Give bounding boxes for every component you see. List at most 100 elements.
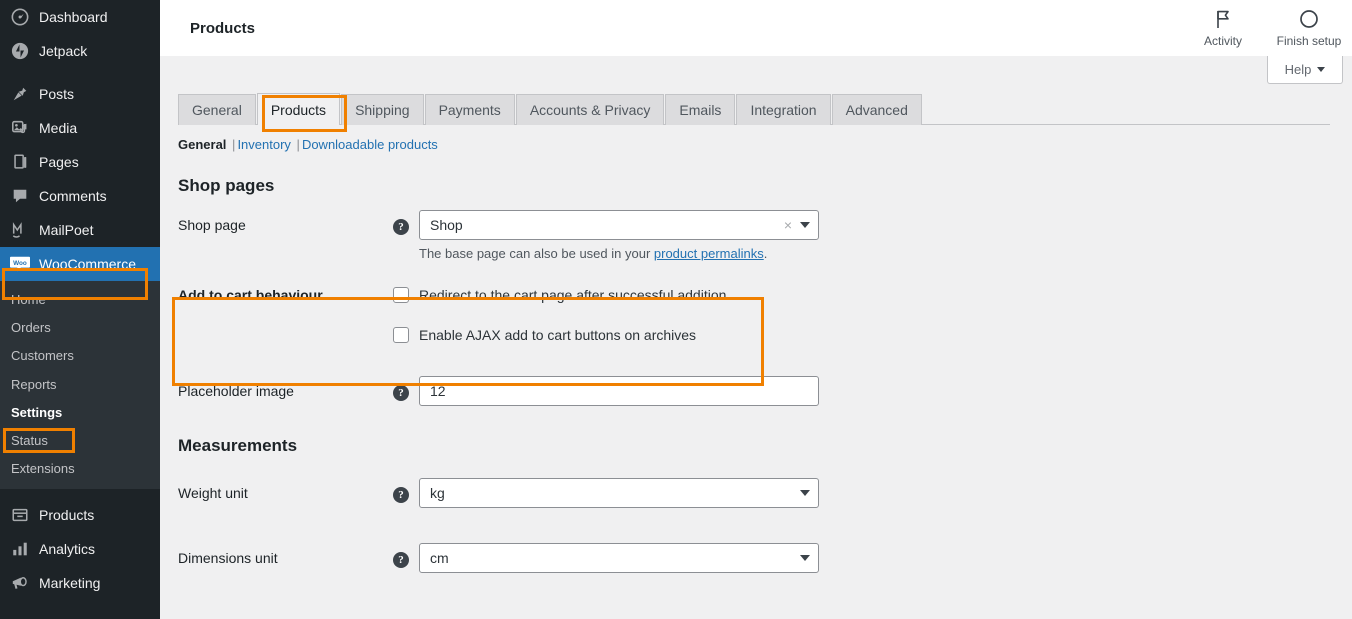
sidebar-item-label: Posts xyxy=(39,86,75,102)
dimensions-unit-label: Dimensions unit xyxy=(178,550,278,566)
subnav-separator-2: | xyxy=(296,137,300,152)
sidebar-item-label: Dashboard xyxy=(39,9,108,25)
chevron-down-icon[interactable] xyxy=(800,490,810,496)
sidebar-item-label: Marketing xyxy=(39,575,101,592)
sidebar-item-label: Products xyxy=(39,507,95,524)
sidebar-item-media[interactable]: Media xyxy=(0,111,160,145)
tab-shipping[interactable]: Shipping xyxy=(341,94,424,125)
media-icon xyxy=(10,118,30,138)
subnav-item-inventory[interactable]: Inventory xyxy=(237,137,290,152)
tab-advanced[interactable]: Advanced xyxy=(831,94,922,125)
placeholder-image-label: Placeholder image xyxy=(178,383,294,399)
sidebar-item-label: MailPoet xyxy=(39,222,94,238)
add-to-cart-label: Add to cart behaviour xyxy=(178,287,323,303)
dimensions-unit-select[interactable]: cm xyxy=(419,543,819,573)
sidebar-divider-2 xyxy=(0,489,160,498)
placeholder-image-value: 12 xyxy=(430,383,446,399)
section-title-measurements: Measurements xyxy=(178,436,298,455)
help-label: Help xyxy=(1284,62,1312,77)
subnav-item-general[interactable]: General xyxy=(178,137,226,152)
enable-ajax-checkbox[interactable] xyxy=(393,327,409,343)
enable-ajax-label: Enable AJAX add to cart buttons on archi… xyxy=(419,327,697,343)
help-tip-icon[interactable]: ? xyxy=(393,487,409,503)
marketing-icon xyxy=(10,573,30,593)
wordpress-admin: Dashboard Jetpack Posts Media Pages Comm… xyxy=(0,0,1352,619)
shop-page-select[interactable]: Shop × xyxy=(419,210,819,240)
sidebar-item-marketing[interactable]: Marketing xyxy=(0,566,160,600)
sidebar-item-mailpoet[interactable]: MailPoet xyxy=(0,213,160,247)
products-icon xyxy=(10,505,30,525)
settings-tabs-wrap: General Products Shipping Payments Accou… xyxy=(160,92,1352,126)
sidebar-item-analytics[interactable]: Analytics xyxy=(0,532,160,566)
sidebar-item-label: Pages xyxy=(39,154,79,170)
tab-payments[interactable]: Payments xyxy=(424,94,515,125)
help-tip-icon[interactable]: ? xyxy=(393,385,409,401)
sidebar-item-label: Media xyxy=(39,120,78,136)
submenu-item-orders[interactable]: Orders xyxy=(0,314,160,342)
tab-general[interactable]: General xyxy=(178,94,256,125)
help-button[interactable]: Help xyxy=(1267,56,1343,84)
product-permalinks-link[interactable]: product permalinks xyxy=(654,246,764,261)
finish-setup-button[interactable]: Finish setup xyxy=(1266,0,1352,56)
submenu-item-settings[interactable]: Settings xyxy=(0,399,160,427)
submenu-item-customers[interactable]: Customers xyxy=(0,342,160,370)
shop-page-label: Shop page xyxy=(178,217,246,233)
subnav-item-downloadable-products[interactable]: Downloadable products xyxy=(302,137,438,152)
help-tip-icon[interactable]: ? xyxy=(393,219,409,235)
subnav: General | Inventory | Downloadable product… xyxy=(160,126,1352,152)
sidebar-item-products[interactable]: Products xyxy=(0,498,160,532)
page-title: Products xyxy=(190,19,256,37)
submenu-item-extensions[interactable]: Extensions xyxy=(0,455,160,483)
pages-icon xyxy=(10,152,30,172)
submenu-item-home[interactable]: Home xyxy=(0,286,160,314)
clear-icon[interactable]: × xyxy=(784,217,792,233)
top-bar-actions: Activity Finish setup xyxy=(1180,0,1352,56)
sidebar-item-label: Jetpack xyxy=(39,43,88,59)
sidebar-item-label: WooCommerce xyxy=(39,256,136,272)
sidebar-item-jetpack[interactable]: Jetpack xyxy=(0,34,160,68)
svg-text:Woo: Woo xyxy=(13,260,27,267)
mailpoet-icon xyxy=(10,220,30,240)
checkbox-row-redirect[interactable]: Redirect to the cart page after successf… xyxy=(393,284,726,306)
chevron-down-icon[interactable] xyxy=(800,555,810,561)
dashboard-icon xyxy=(10,7,30,27)
field-row-dimensions-unit: Dimensions unit ? cm xyxy=(178,543,1352,579)
redirect-to-cart-label: Redirect to the cart page after successf… xyxy=(419,287,727,303)
shop-page-value: Shop xyxy=(430,217,463,233)
help-bar: Help xyxy=(160,56,1352,92)
finish-setup-label: Finish setup xyxy=(1276,34,1342,48)
submenu-item-status[interactable]: Status xyxy=(0,427,160,455)
tab-accounts-privacy[interactable]: Accounts & Privacy xyxy=(515,94,665,125)
sidebar-item-posts[interactable]: Posts xyxy=(0,77,160,111)
activity-button[interactable]: Activity xyxy=(1180,0,1266,56)
sidebar-item-label: Comments xyxy=(39,188,107,204)
sidebar-item-dashboard[interactable]: Dashboard xyxy=(0,0,160,34)
chevron-down-icon[interactable] xyxy=(800,222,810,228)
checkbox-row-ajax[interactable]: Enable AJAX add to cart buttons on archi… xyxy=(393,324,726,346)
hint-text-after: . xyxy=(763,246,768,261)
sidebar-item-woocommerce[interactable]: Woo WooCommerce xyxy=(0,247,160,281)
sidebar-item-comments[interactable]: Comments xyxy=(0,179,160,213)
subnav-separator-1: | xyxy=(232,137,236,152)
placeholder-image-input[interactable]: 12 xyxy=(419,376,819,406)
field-row-add-to-cart-behaviour: Add to cart behaviour Redirect to the ca… xyxy=(178,275,1352,352)
field-row-weight-unit: Weight unit ? kg xyxy=(178,478,1352,514)
pin-icon xyxy=(10,84,30,104)
analytics-icon xyxy=(10,539,30,559)
sidebar-item-pages[interactable]: Pages xyxy=(0,145,160,179)
dimensions-unit-value: cm xyxy=(430,550,449,566)
jetpack-icon xyxy=(10,41,30,61)
flag-icon xyxy=(1214,8,1232,30)
submenu-item-reports[interactable]: Reports xyxy=(0,371,160,399)
woocommerce-icon: Woo xyxy=(10,254,30,274)
tab-emails[interactable]: Emails xyxy=(665,94,736,125)
tab-products[interactable]: Products xyxy=(256,93,341,125)
settings-form: Shop pages Shop page ? Shop × The base p… xyxy=(160,176,1352,579)
tab-integration[interactable]: Integration xyxy=(736,94,831,125)
help-tip-icon[interactable]: ? xyxy=(393,552,409,568)
redirect-to-cart-checkbox[interactable] xyxy=(393,287,409,303)
weight-unit-select[interactable]: kg xyxy=(419,478,819,508)
comments-icon xyxy=(10,186,30,206)
shop-page-hint: The base page can also be used in your p… xyxy=(419,246,819,261)
sidebar-divider-1 xyxy=(0,68,160,77)
